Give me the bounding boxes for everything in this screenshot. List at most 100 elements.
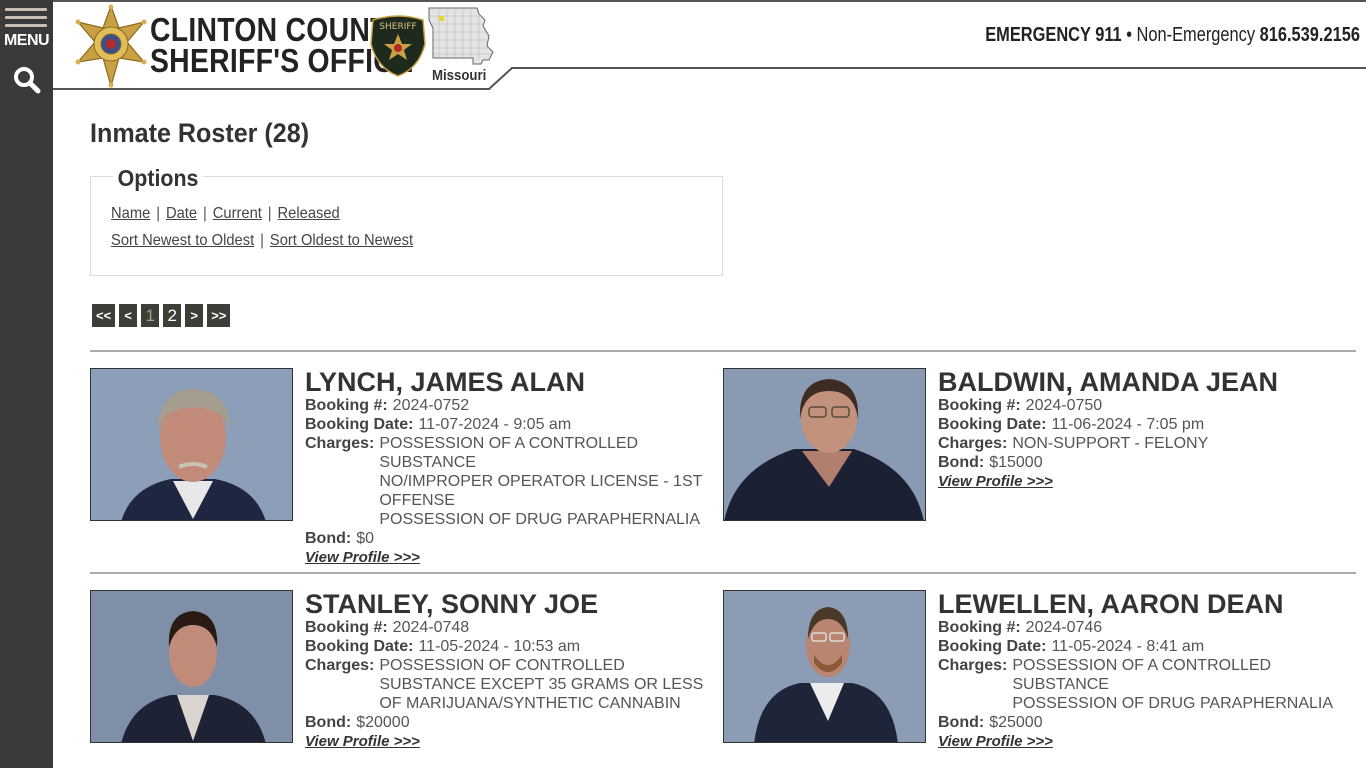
booking-number-label: Booking #: <box>938 397 1021 414</box>
bond-value: $15000 <box>989 454 1043 471</box>
inmate-name[interactable]: STANLEY, SONNY JOE <box>305 590 715 618</box>
page-prev-button[interactable]: < <box>119 304 138 327</box>
bond-value: $0 <box>356 530 374 547</box>
booking-date-value: 11-06-2024 - 7:05 pm <box>1051 416 1205 433</box>
booking-number-field: Booking #: 2024-0750 <box>938 396 1348 415</box>
header-slant-divider <box>488 67 513 90</box>
menu-button[interactable]: MENU <box>0 0 53 56</box>
options-box: Options Name | Date | Current | Released… <box>90 165 723 276</box>
inmate-info: LYNCH, JAMES ALAN Booking #: 2024-0752 B… <box>305 368 715 567</box>
charges-label: Charges: <box>305 657 375 674</box>
mugshot-image <box>724 369 925 520</box>
booking-date-value: 11-05-2024 - 10:53 am <box>418 638 581 655</box>
page-title: Inmate Roster (28) <box>90 118 310 148</box>
charges-field: Charges: POSSESSION OF CONTROLLED SUBSTA… <box>305 656 715 713</box>
inmate-card: LYNCH, JAMES ALAN Booking #: 2024-0752 B… <box>90 368 710 566</box>
charge-item: NO/IMPROPER OPERATOR LICENSE - 1ST OFFEN… <box>379 473 703 509</box>
booking-date-field: Booking Date: 11-06-2024 - 7:05 pm <box>938 415 1348 434</box>
bond-field: Bond: $15000 <box>938 453 1348 472</box>
bond-value: $25000 <box>989 714 1043 731</box>
booking-number-value: 2024-0746 <box>1025 619 1103 636</box>
filter-date-link[interactable]: Date <box>166 205 197 222</box>
charge-item: POSSESSION OF DRUG PARAPHERNALIA <box>1012 695 1334 712</box>
sheriff-star-badge-icon[interactable] <box>74 4 148 88</box>
sheriff-patch-icon: SHERIFF <box>370 15 426 77</box>
booking-number-label: Booking #: <box>938 619 1021 636</box>
booking-date-label: Booking Date: <box>305 638 414 655</box>
charge-item: NON-SUPPORT - FELONY <box>1012 435 1209 452</box>
inmate-card: BALDWIN, AMANDA JEAN Booking #: 2024-075… <box>723 368 1343 553</box>
header-right-border <box>511 67 1366 69</box>
page-1-button[interactable]: 1 <box>141 304 160 327</box>
view-profile-link[interactable]: View Profile >>> <box>938 472 1053 491</box>
inmate-info: STANLEY, SONNY JOE Booking #: 2024-0748 … <box>305 590 715 751</box>
booking-date-label: Booking Date: <box>938 638 1047 655</box>
bond-label: Bond: <box>938 454 985 471</box>
view-profile-link[interactable]: View Profile >>> <box>305 732 420 751</box>
sort-oldest-link[interactable]: Sort Oldest to Newest <box>270 232 413 249</box>
inmate-photo[interactable] <box>90 368 293 521</box>
charge-item: POSSESSION OF CONTROLLED SUBSTANCE EXCEP… <box>379 657 704 712</box>
view-profile-link[interactable]: View Profile >>> <box>938 732 1053 751</box>
booking-date-field: Booking Date: 11-05-2024 - 8:41 am <box>938 637 1348 656</box>
page-last-button[interactable]: >> <box>207 304 231 327</box>
site-header: CLINTON COUNTY SHERIFF'S OFFICE SHERIFF … <box>53 0 1366 92</box>
inmate-info: BALDWIN, AMANDA JEAN Booking #: 2024-075… <box>938 368 1348 491</box>
booking-date-value: 11-07-2024 - 9:05 am <box>418 416 572 433</box>
bond-field: Bond: $0 <box>305 529 715 548</box>
mugshot-image <box>724 591 925 742</box>
separator: | <box>260 232 264 249</box>
filter-current-link[interactable]: Current <box>213 205 262 222</box>
bond-value: $20000 <box>356 714 410 731</box>
search-button[interactable] <box>0 60 53 96</box>
patch-text: SHERIFF <box>379 22 416 32</box>
separator: | <box>156 205 161 222</box>
booking-number-value: 2024-0752 <box>392 397 470 414</box>
missouri-map-icon <box>428 7 494 65</box>
bond-label: Bond: <box>305 714 352 731</box>
page-first-button[interactable]: << <box>92 304 116 327</box>
hamburger-icon <box>5 8 47 32</box>
bond-field: Bond: $20000 <box>305 713 715 732</box>
inmate-name[interactable]: LEWELLEN, AARON DEAN <box>938 590 1348 618</box>
inmate-photo[interactable] <box>90 590 293 743</box>
mugshot-image <box>91 591 292 742</box>
filter-links: Name | Date | Current | Released <box>111 205 340 223</box>
row-divider <box>90 572 1356 574</box>
inmate-name[interactable]: BALDWIN, AMANDA JEAN <box>938 368 1348 396</box>
map-label: Missouri <box>432 67 487 84</box>
separator: | <box>203 205 207 222</box>
charges-field: Charges: NON-SUPPORT - FELONY <box>938 434 1348 453</box>
inmate-card: LEWELLEN, AARON DEAN Booking #: 2024-074… <box>723 590 1343 768</box>
bond-label: Bond: <box>938 714 985 731</box>
inmate-info: LEWELLEN, AARON DEAN Booking #: 2024-074… <box>938 590 1348 751</box>
page-next-button[interactable]: > <box>185 304 204 327</box>
page-2-button[interactable]: 2 <box>163 304 182 327</box>
booking-number-value: 2024-0748 <box>392 619 470 636</box>
search-icon <box>14 67 41 94</box>
booking-number-label: Booking #: <box>305 397 388 414</box>
filter-name-link[interactable]: Name <box>111 205 150 222</box>
bond-label: Bond: <box>305 530 352 547</box>
mugshot-image <box>91 369 292 520</box>
non-emergency-label: Non-Emergency <box>1136 24 1256 46</box>
sidebar: MENU <box>0 0 53 768</box>
charges-label: Charges: <box>938 435 1008 452</box>
booking-number-field: Booking #: 2024-0752 <box>305 396 715 415</box>
charges-field: Charges: POSSESSION OF A CONTROLLED SUBS… <box>938 656 1348 713</box>
separator: | <box>267 205 272 222</box>
inmate-name[interactable]: LYNCH, JAMES ALAN <box>305 368 715 396</box>
charge-item: POSSESSION OF A CONTROLLED SUBSTANCE <box>379 435 639 471</box>
inmate-photo[interactable] <box>723 368 926 521</box>
booking-date-field: Booking Date: 11-05-2024 - 10:53 am <box>305 637 715 656</box>
sort-newest-link[interactable]: Sort Newest to Oldest <box>111 232 254 249</box>
emergency-number[interactable]: EMERGENCY 911 <box>985 24 1121 46</box>
booking-date-label: Booking Date: <box>938 416 1047 433</box>
booking-number-label: Booking #: <box>305 619 388 636</box>
filter-released-link[interactable]: Released <box>278 205 340 222</box>
charges-label: Charges: <box>938 657 1008 674</box>
non-emergency-phone[interactable]: 816.539.2156 <box>1260 24 1360 46</box>
view-profile-link[interactable]: View Profile >>> <box>305 548 420 567</box>
header-bottom-border <box>53 88 490 90</box>
inmate-photo[interactable] <box>723 590 926 743</box>
